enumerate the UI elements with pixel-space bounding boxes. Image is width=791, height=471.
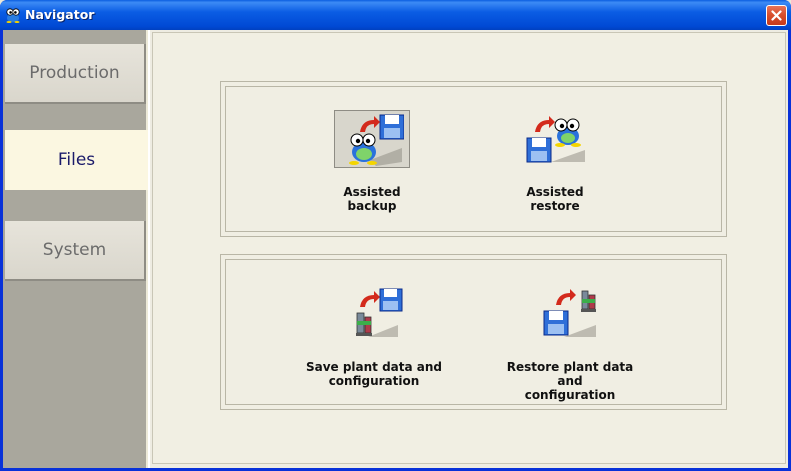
icon-frame bbox=[517, 110, 593, 168]
save-plant-data-button[interactable]: Save plant data and configuration bbox=[299, 285, 449, 388]
restore-disk-to-mascot-icon bbox=[526, 116, 585, 163]
group-border bbox=[225, 86, 722, 232]
save-plant-data-icon bbox=[356, 288, 403, 337]
icon-frame bbox=[336, 285, 412, 343]
label-line: configuration bbox=[524, 388, 616, 402]
plant-data-group: Save plant data and configuration Restor… bbox=[220, 254, 727, 410]
icon-frame bbox=[532, 285, 608, 343]
save-plant-data-label: Save plant data and configuration bbox=[306, 360, 442, 388]
window-title: Navigator bbox=[25, 7, 95, 22]
close-button[interactable] bbox=[766, 5, 787, 26]
restore-plant-data-button[interactable]: Restore plant data and configuration bbox=[495, 285, 645, 402]
restore-plant-data-label: Restore plant data and configuration bbox=[495, 360, 645, 402]
label-line: configuration bbox=[328, 374, 420, 388]
frog-mascot-icon bbox=[6, 8, 20, 23]
sidebar: Production Files System bbox=[3, 30, 148, 468]
assisted-backup-label: Assisted backup bbox=[343, 185, 401, 213]
sidebar-item-label: System bbox=[42, 240, 107, 260]
close-icon bbox=[771, 10, 782, 21]
main-panel: Assisted backup Assisted restore Save pl… bbox=[148, 30, 788, 468]
sidebar-item-system[interactable]: System bbox=[5, 221, 146, 281]
sidebar-item-label: Files bbox=[57, 150, 96, 170]
navigator-window: Navigator Production Files System Assist… bbox=[0, 0, 791, 471]
label-line: Restore plant data and bbox=[506, 360, 634, 388]
client-area: Production Files System Assisted backup … bbox=[3, 30, 788, 468]
label-line: Save plant data and bbox=[305, 360, 443, 374]
backup-mascot-to-disk-icon bbox=[349, 114, 404, 166]
icon-frame bbox=[334, 110, 410, 168]
restore-plant-data-icon bbox=[543, 289, 596, 337]
sidebar-item-production[interactable]: Production bbox=[5, 44, 146, 104]
title-bar[interactable]: Navigator bbox=[0, 0, 791, 30]
sidebar-item-label: Production bbox=[29, 63, 120, 83]
assisted-restore-label: Assisted restore bbox=[526, 185, 584, 213]
backup-restore-group: Assisted backup Assisted restore bbox=[220, 81, 727, 237]
assisted-restore-button[interactable]: Assisted restore bbox=[500, 110, 610, 213]
main-panel-inner: Assisted backup Assisted restore Save pl… bbox=[152, 32, 786, 464]
sidebar-item-files[interactable]: Files bbox=[5, 130, 148, 190]
assisted-backup-button[interactable]: Assisted backup bbox=[330, 110, 414, 213]
